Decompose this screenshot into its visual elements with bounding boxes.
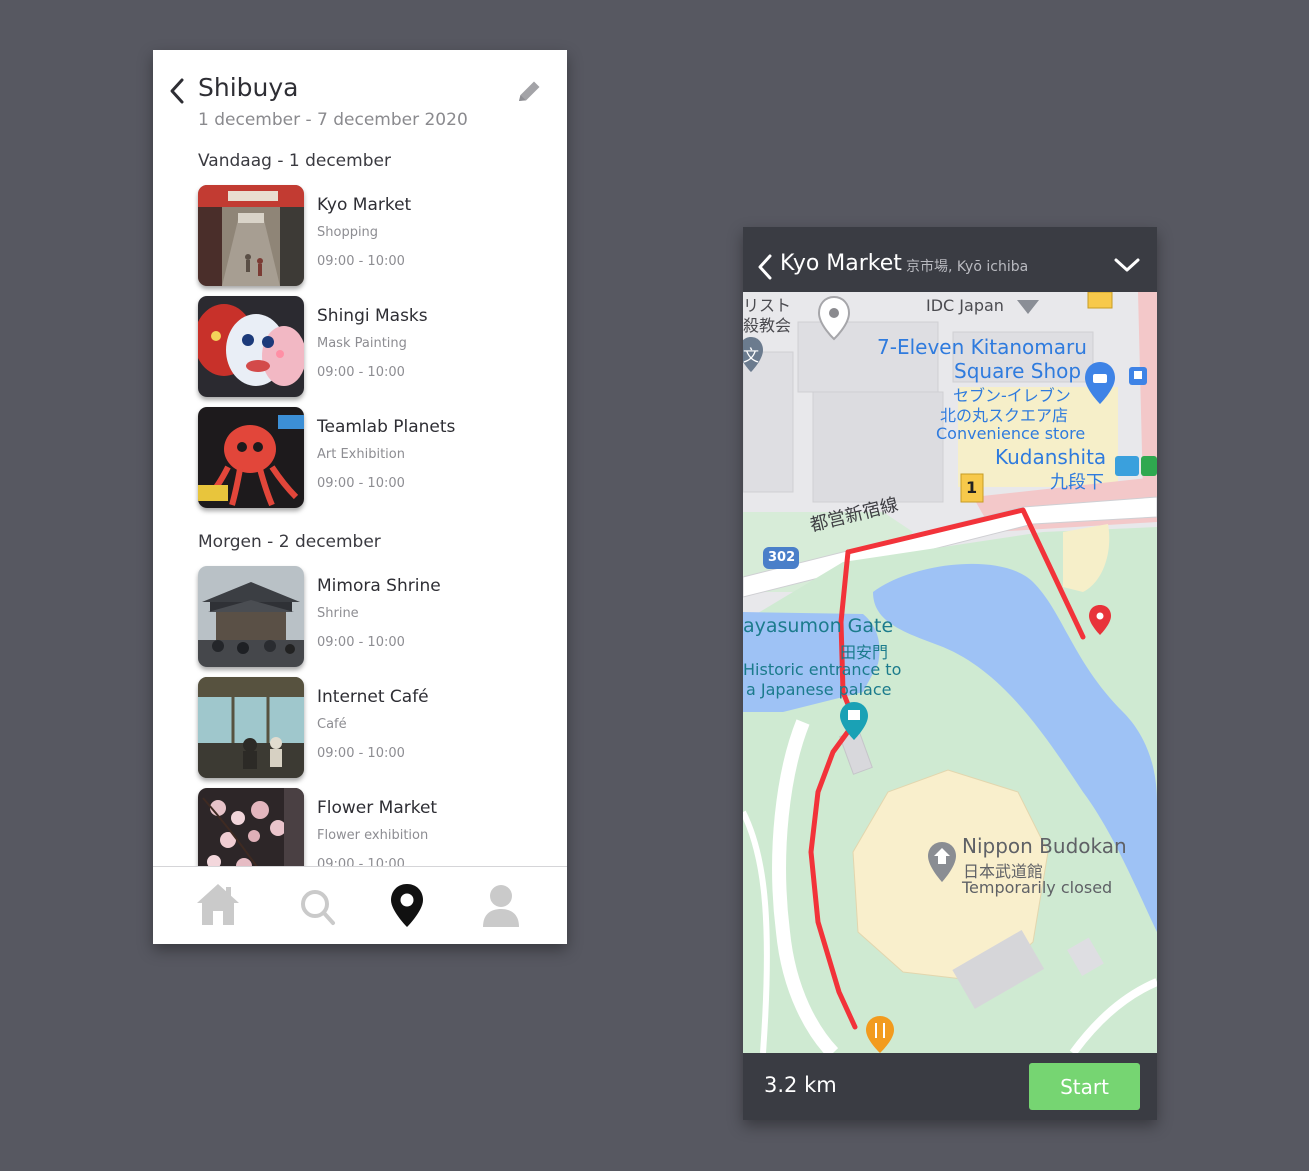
back-button[interactable] (167, 77, 187, 105)
item-name: Mimora Shrine (317, 576, 441, 596)
map-label: Nippon Budokan (962, 834, 1127, 858)
map-label: Kudanshita (995, 445, 1107, 469)
list-item[interactable]: Internet Café Café 09:00 - 10:00 (198, 677, 538, 778)
map-label: ayasumon Gate (743, 615, 894, 637)
exit-label: 1 (966, 478, 978, 497)
item-category: Shrine (317, 606, 359, 621)
map-route-screen: Kyo Market 京市場, Kyō ichiba IDC Japan リスト… (743, 227, 1157, 1120)
home-icon (197, 884, 239, 925)
nav-home[interactable] (193, 881, 243, 931)
trip-title: Shibuya (198, 73, 299, 102)
back-button[interactable] (755, 253, 775, 281)
bottom-navigation (153, 866, 567, 944)
item-time: 09:00 - 10:00 (317, 746, 405, 761)
search-icon (301, 890, 335, 925)
item-name: Kyo Market (317, 195, 412, 215)
profile-icon (483, 885, 519, 927)
thumbnail-image (198, 296, 304, 397)
route-distance: 3.2 km (764, 1073, 837, 1097)
thumbnail-image (198, 185, 304, 286)
location-pin-icon (391, 884, 423, 927)
map-label: 文 (743, 346, 760, 365)
nav-profile[interactable] (476, 881, 526, 931)
map-label: Temporarily closed (962, 878, 1113, 897)
thumbnail-image (198, 407, 304, 508)
nav-map[interactable] (382, 881, 432, 931)
item-category: Art Exhibition (317, 447, 405, 462)
place-subtitle: 京市場, Kyō ichiba (906, 259, 1029, 275)
map-label: Historic entrance to (743, 660, 902, 679)
itinerary-list[interactable]: Vandaag - 1 december Kyo Market Shopping… (153, 148, 567, 866)
edit-button[interactable] (513, 76, 545, 108)
nav-search[interactable] (295, 881, 345, 931)
item-name: Teamlab Planets (317, 417, 456, 437)
list-item[interactable]: Mimora Shrine Shrine 09:00 - 10:00 (198, 566, 538, 667)
list-item[interactable]: Teamlab Planets Art Exhibition 09:00 - 1… (198, 407, 538, 508)
thumbnail-image (198, 677, 304, 778)
item-time: 09:00 - 10:00 (317, 254, 405, 269)
item-time: 09:00 - 10:00 (317, 476, 405, 491)
route-shield-label: 302 (768, 550, 796, 565)
chevron-left-icon (758, 254, 772, 280)
map-header: Kyo Market 京市場, Kyō ichiba (743, 227, 1157, 292)
item-time: 09:00 - 10:00 (317, 857, 405, 866)
metro-icon[interactable] (1115, 456, 1139, 476)
route-map[interactable]: IDC Japan リスト 殺教会 文 7-Eleven Kitanomaru … (743, 292, 1157, 1053)
map-label: 北の丸スクエア店 (940, 406, 1069, 425)
item-name: Flower Market (317, 798, 438, 818)
item-name: Shingi Masks (317, 306, 428, 326)
map-label: 殺教会 (743, 316, 792, 335)
day-heading: Vandaag - 1 december (198, 151, 391, 171)
trip-dates: 1 december - 7 december 2020 (198, 110, 468, 130)
thumbnail-image (198, 788, 304, 866)
map-label: a Japanese palace (746, 680, 892, 699)
item-category: Shopping (317, 225, 379, 240)
item-category: Café (317, 717, 347, 732)
map-label: 7-Eleven Kitanomaru (877, 335, 1087, 359)
map-label: Square Shop (954, 359, 1082, 383)
item-category: Mask Painting (317, 336, 407, 351)
item-name: Internet Café (317, 687, 429, 707)
chevron-left-icon (170, 78, 184, 104)
item-time: 09:00 - 10:00 (317, 365, 405, 380)
list-item[interactable]: Kyo Market Shopping 09:00 - 10:00 (198, 185, 538, 286)
train-icon[interactable] (1141, 456, 1157, 476)
trip-itinerary-screen: Shibuya 1 december - 7 december 2020 Van… (153, 50, 567, 944)
day-heading: Morgen - 2 december (198, 532, 381, 552)
collapse-button[interactable] (1113, 253, 1141, 277)
chevron-down-icon (1114, 258, 1140, 272)
map-label: Convenience store (936, 424, 1086, 443)
list-item[interactable]: Shingi Masks Mask Painting 09:00 - 10:00 (198, 296, 538, 397)
pencil-icon (519, 81, 540, 101)
start-button[interactable]: Start (1029, 1063, 1140, 1110)
map-footer: 3.2 km Start (743, 1053, 1157, 1120)
map-label: IDC Japan (926, 296, 1004, 315)
place-title: Kyo Market (780, 251, 902, 276)
list-item[interactable]: Flower Market Flower exhibition 09:00 - … (198, 788, 538, 866)
item-time: 09:00 - 10:00 (317, 635, 405, 650)
thumbnail-image (198, 566, 304, 667)
item-category: Flower exhibition (317, 828, 429, 843)
map-label: 九段下 (1050, 472, 1104, 493)
